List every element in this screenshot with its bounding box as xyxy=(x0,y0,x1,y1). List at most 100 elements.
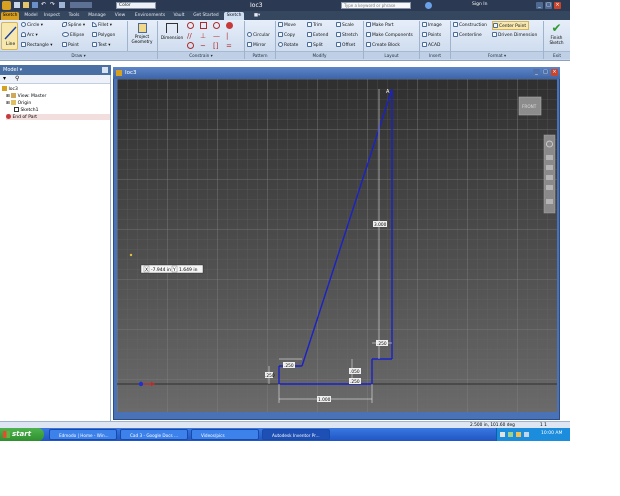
taskbar-item-google-docs[interactable]: Cad 3 - Google Docs ... xyxy=(120,429,188,440)
tab-manage[interactable]: Manage xyxy=(86,12,108,20)
save-icon[interactable] xyxy=(32,2,38,8)
doc-restore-button[interactable]: □ xyxy=(542,69,549,76)
fillet-button[interactable]: Fillet ▾ xyxy=(92,21,112,30)
sketch-canvas[interactable]: A X -7.944 in Y 1.649 in 3.000 .250 .250… xyxy=(117,79,557,412)
make-components-button[interactable]: Make Components xyxy=(366,31,413,40)
move-button[interactable]: Move xyxy=(278,21,296,30)
taskbar-item-edmodo[interactable]: Edmodo | Home - Win... xyxy=(49,429,117,440)
pan-icon[interactable] xyxy=(546,155,553,160)
split-button[interactable]: Split xyxy=(307,41,323,50)
symmetric-constraint-icon[interactable]: [] xyxy=(213,42,218,50)
tab-vault[interactable]: Vault xyxy=(171,12,187,20)
circle-button[interactable]: Circle ▾ xyxy=(21,21,43,30)
copy-button[interactable]: Copy xyxy=(278,31,295,40)
centerline-button[interactable]: Centerline xyxy=(453,31,482,40)
help-icon[interactable] xyxy=(425,2,432,9)
concentric-constraint-icon[interactable] xyxy=(213,22,220,29)
maximize-button[interactable]: □ xyxy=(545,2,552,9)
dim-offset[interactable]: .250 xyxy=(377,341,387,347)
image-button[interactable]: Image xyxy=(422,21,442,30)
tray-icon[interactable] xyxy=(516,432,521,437)
open-icon[interactable] xyxy=(23,2,29,8)
home-icon[interactable] xyxy=(59,2,65,8)
smooth-constraint-icon[interactable]: ~ xyxy=(200,42,206,50)
format-group-label[interactable]: Format ▾ xyxy=(451,51,543,59)
tab-more-icon[interactable]: ■▾ xyxy=(250,12,264,20)
points-button[interactable]: Points xyxy=(422,31,441,40)
tree-item-view[interactable]: ⊞ View: Master xyxy=(6,93,46,99)
tab-get-started[interactable]: Get Started xyxy=(190,12,222,20)
volume-icon[interactable] xyxy=(524,432,529,437)
parallel-constraint-icon[interactable]: // xyxy=(187,32,192,40)
text-button[interactable]: Text ▾ xyxy=(92,41,111,50)
draw-group-label[interactable]: Draw ▾ xyxy=(0,51,157,59)
browser-header[interactable]: Model ▾ xyxy=(0,65,111,75)
dim-base[interactable]: 1.000 xyxy=(318,397,331,403)
sign-in-link[interactable]: Sign In xyxy=(472,2,487,7)
dim-step-height[interactable]: .250 xyxy=(265,373,275,379)
tab-inspect[interactable]: Inspect xyxy=(42,12,62,20)
nav-customize-icon[interactable] xyxy=(546,199,553,204)
finish-sketch-button[interactable]: ✔ Finish Sketch xyxy=(545,22,568,51)
circular-pattern-button[interactable]: Circular xyxy=(247,31,270,40)
browser-menu-icon[interactable] xyxy=(102,67,108,73)
fix-constraint-icon[interactable] xyxy=(226,22,233,29)
tab-tools[interactable]: Tools xyxy=(66,12,82,20)
equal-constraint-icon[interactable]: = xyxy=(226,42,232,50)
x-coordinate-input[interactable]: -7.944 in xyxy=(151,267,171,273)
taskbar-item-videos[interactable]: Videos/pics xyxy=(191,429,259,440)
point-button[interactable]: Point xyxy=(62,41,79,50)
tangent-constraint-icon[interactable] xyxy=(187,42,194,49)
tray-icon[interactable] xyxy=(508,432,513,437)
tab-environments[interactable]: Environments xyxy=(131,12,169,20)
tray-icon[interactable] xyxy=(500,432,505,437)
select-icon[interactable] xyxy=(70,2,92,8)
undo-icon[interactable]: ↶ xyxy=(41,1,46,8)
scale-button[interactable]: Scale xyxy=(336,21,354,30)
rotate-button[interactable]: Rotate xyxy=(278,41,298,50)
tree-item-root[interactable]: Ioc3 xyxy=(2,86,18,92)
look-at-icon[interactable] xyxy=(546,185,553,190)
trim-button[interactable]: Trim xyxy=(307,21,322,30)
start-button[interactable]: start xyxy=(0,428,44,441)
make-part-button[interactable]: Make Part xyxy=(366,21,394,30)
tab-view[interactable]: View xyxy=(112,12,128,20)
new-icon[interactable] xyxy=(14,2,20,8)
spline-button[interactable]: Spline ▾ xyxy=(62,21,85,30)
dimension-button[interactable]: Dimension xyxy=(160,23,184,51)
line-button[interactable]: Line xyxy=(1,22,18,50)
filter-icon[interactable]: ▾ xyxy=(3,75,6,82)
zoom-icon[interactable] xyxy=(546,165,553,170)
taskbar-item-inventor[interactable]: Autodesk Inventor Pr... xyxy=(262,429,330,440)
constrain-group-label[interactable]: Constrain ▾ xyxy=(158,51,244,59)
polygon-button[interactable]: Polygon xyxy=(92,31,115,40)
offset-button[interactable]: Offset xyxy=(336,41,355,50)
stretch-button[interactable]: Stretch xyxy=(336,31,358,40)
appearance-dropdown[interactable]: Color xyxy=(116,2,156,9)
extend-button[interactable]: Extend xyxy=(307,31,328,40)
close-button[interactable]: × xyxy=(554,2,561,9)
tree-item-sketch[interactable]: Sketch1 xyxy=(14,107,38,113)
driven-dimension-button[interactable]: Driven Dimension xyxy=(492,31,537,40)
dim-small-width[interactable]: .250 xyxy=(350,379,360,385)
tab-application-menu[interactable]: Sketch xyxy=(1,12,19,20)
perpendicular-constraint-icon[interactable]: ⊥ xyxy=(200,32,206,40)
find-icon[interactable]: ⚲ xyxy=(15,75,19,82)
search-input[interactable]: Type a keyword or phrase xyxy=(341,2,411,9)
mirror-button[interactable]: Mirror xyxy=(247,41,266,50)
doc-close-button[interactable]: × xyxy=(551,69,558,76)
project-geometry-button[interactable]: Project Geometry xyxy=(129,23,155,51)
redo-icon[interactable]: ↷ xyxy=(50,1,55,8)
vertical-constraint-icon[interactable]: | xyxy=(226,32,228,40)
rectangle-button[interactable]: Rectangle ▾ xyxy=(21,41,52,50)
acad-button[interactable]: ACAD xyxy=(422,41,440,50)
dim-small-height[interactable]: .050 xyxy=(350,369,360,375)
minimize-button[interactable]: _ xyxy=(536,2,543,9)
center-point-button[interactable]: Center Point xyxy=(492,21,530,30)
create-block-button[interactable]: Create Block xyxy=(366,41,400,50)
ellipse-button[interactable]: Ellipse xyxy=(62,31,84,40)
tree-item-end-of-part[interactable]: End of Part xyxy=(6,114,110,120)
orbit-icon[interactable] xyxy=(546,175,553,180)
y-coordinate-input[interactable]: 1.649 in xyxy=(179,267,198,273)
tab-model[interactable]: Model xyxy=(22,12,40,20)
